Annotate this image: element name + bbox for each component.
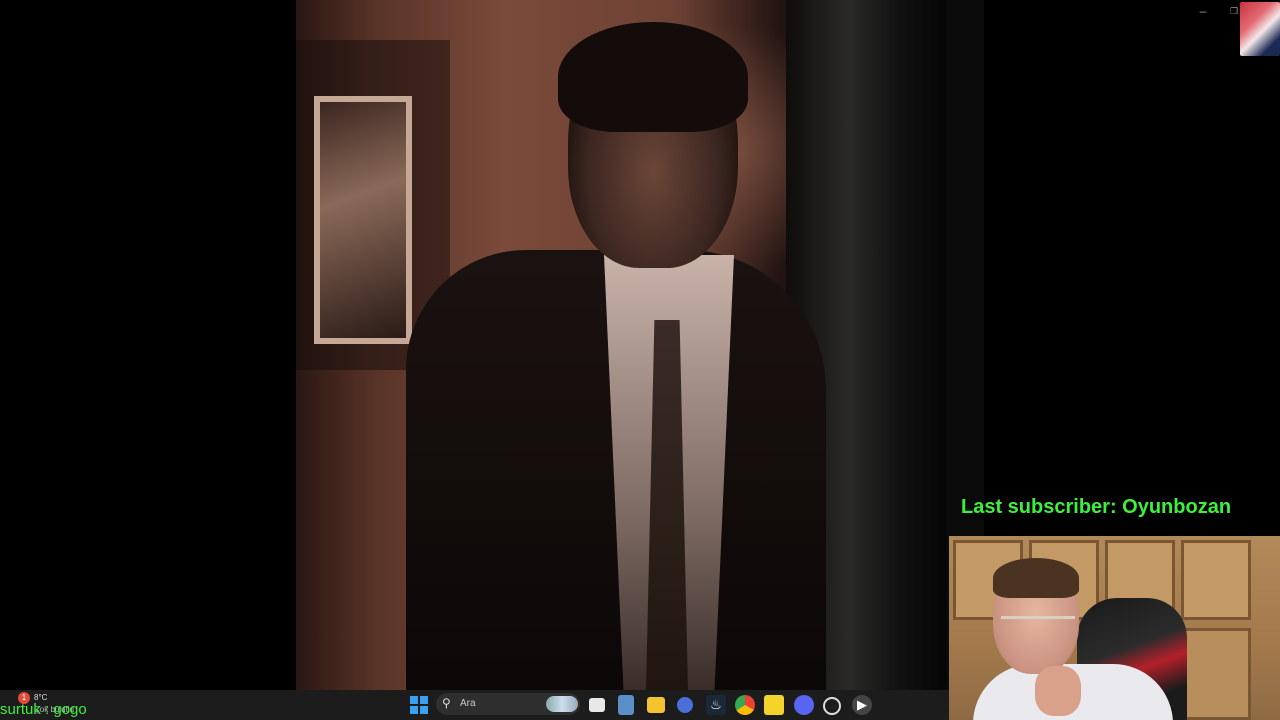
search-highlight-icon[interactable] bbox=[546, 696, 578, 712]
cabinet-door bbox=[1181, 540, 1251, 620]
framed-painting bbox=[314, 96, 412, 344]
video-frame bbox=[296, 0, 984, 690]
minimize-icon[interactable]: – bbox=[1196, 4, 1210, 18]
profile-avatar[interactable] bbox=[1240, 2, 1280, 56]
person-hair bbox=[993, 558, 1079, 598]
man-hair bbox=[558, 22, 748, 132]
browser-icon[interactable] bbox=[677, 697, 693, 713]
webcam-feed bbox=[949, 536, 1280, 720]
start-icon[interactable] bbox=[409, 695, 429, 715]
chat-message: surtuk : gogo bbox=[0, 701, 87, 718]
chrome-icon[interactable] bbox=[735, 695, 755, 715]
glasses bbox=[1001, 616, 1075, 641]
search-placeholder: Ara bbox=[460, 698, 476, 709]
hand bbox=[1035, 666, 1081, 716]
cabinet-door bbox=[1181, 628, 1251, 720]
steam-icon[interactable]: ♨ bbox=[706, 695, 726, 715]
file-explorer-icon[interactable] bbox=[647, 697, 665, 713]
restore-icon[interactable]: ❐ bbox=[1227, 4, 1241, 18]
task-view-icon[interactable] bbox=[589, 698, 605, 712]
calculator-icon[interactable] bbox=[618, 695, 634, 715]
media-player-icon[interactable]: ▶ bbox=[852, 695, 872, 715]
search-icon: ⚲ bbox=[442, 696, 451, 710]
app-icon[interactable] bbox=[823, 697, 841, 715]
discord-icon[interactable] bbox=[794, 695, 814, 715]
sticky-notes-icon[interactable] bbox=[764, 695, 784, 715]
last-subscriber-label: Last subscriber: Oyunbozan bbox=[961, 496, 1232, 518]
